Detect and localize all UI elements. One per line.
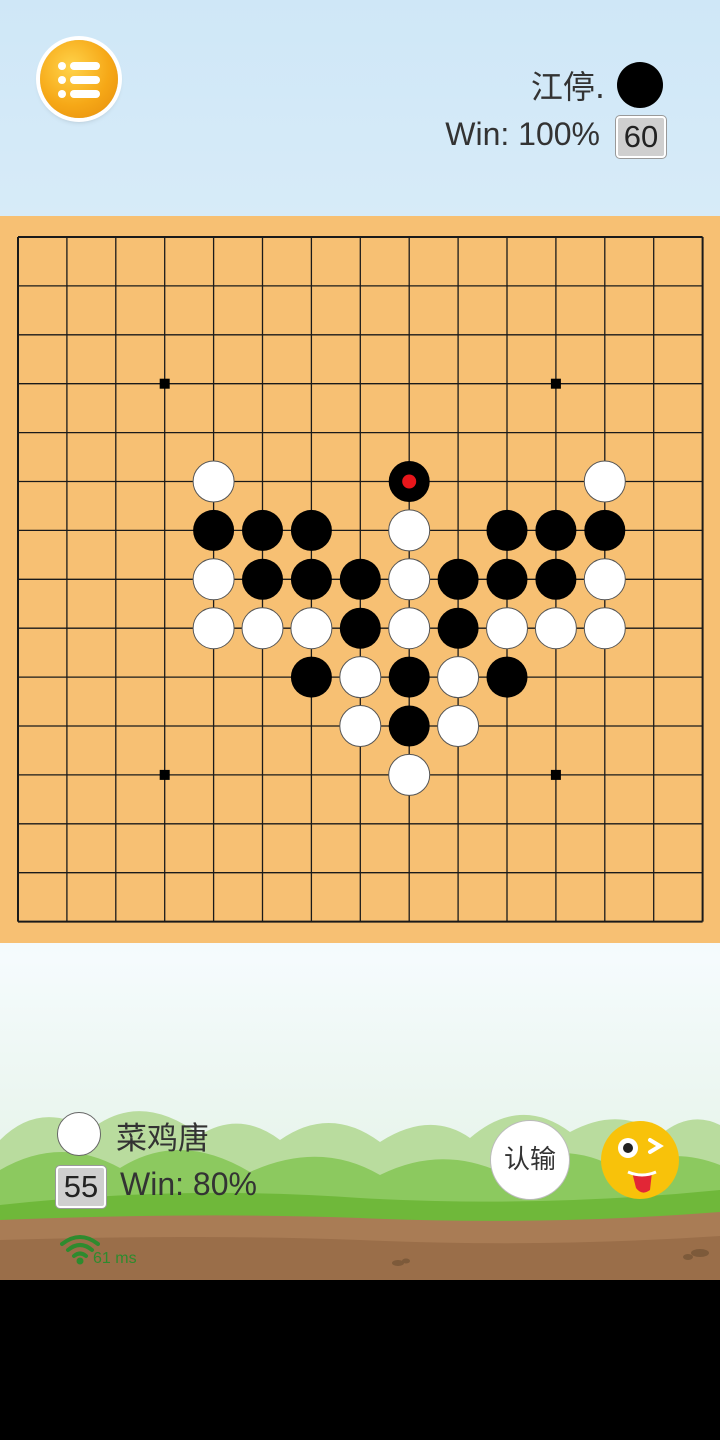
black-stone bbox=[388, 705, 430, 747]
opponent-name: 江停. bbox=[530, 68, 605, 106]
white-stone bbox=[388, 753, 431, 796]
opponent-move-count: 60 bbox=[616, 116, 666, 158]
black-stone bbox=[290, 509, 332, 551]
black-stone bbox=[339, 607, 381, 649]
game-screen: 江停. Win: 100% 60 菜鸡唐 55 Win: 80% 认输 61 m… bbox=[0, 0, 720, 1280]
winking-tongue-emoji-icon bbox=[601, 1121, 679, 1199]
emoji-button[interactable] bbox=[600, 1120, 680, 1200]
white-stone bbox=[437, 656, 480, 699]
list-menu-icon bbox=[58, 62, 100, 98]
opponent-win-rate: Win: 100% bbox=[445, 116, 600, 152]
black-stone bbox=[290, 656, 332, 698]
white-stone bbox=[583, 460, 626, 503]
opponent-stone-icon bbox=[617, 62, 663, 108]
white-stone bbox=[583, 558, 626, 601]
black-stone bbox=[486, 509, 528, 551]
menu-button[interactable] bbox=[40, 40, 118, 118]
black-stone bbox=[535, 509, 577, 551]
black-stone bbox=[339, 558, 381, 600]
black-stone bbox=[290, 558, 332, 600]
white-stone bbox=[192, 558, 235, 601]
black-stone bbox=[535, 558, 577, 600]
white-stone bbox=[339, 705, 382, 747]
black-stone bbox=[437, 607, 479, 649]
star-point bbox=[159, 378, 170, 389]
latency-label: 61 ms bbox=[93, 1250, 137, 1267]
white-stone bbox=[388, 558, 431, 601]
my-name: 菜鸡唐 bbox=[116, 1121, 209, 1157]
white-stone bbox=[192, 460, 235, 503]
white-stone bbox=[583, 607, 626, 650]
resign-button[interactable]: 认输 bbox=[490, 1120, 570, 1200]
my-stone-icon bbox=[57, 1112, 101, 1156]
star-point bbox=[159, 769, 170, 780]
white-stone bbox=[388, 509, 431, 552]
gomoku-board[interactable] bbox=[0, 216, 720, 943]
black-stone bbox=[486, 656, 528, 698]
my-win-rate: Win: 80% bbox=[120, 1166, 257, 1202]
board-stones bbox=[192, 460, 626, 796]
white-stone bbox=[241, 607, 284, 650]
white-stone bbox=[437, 705, 480, 747]
white-stone bbox=[339, 656, 382, 699]
black-stone bbox=[388, 656, 430, 698]
black-stone bbox=[242, 509, 283, 551]
white-stone bbox=[388, 607, 431, 650]
black-stone bbox=[486, 558, 528, 600]
white-stone bbox=[290, 607, 333, 650]
white-stone bbox=[486, 607, 528, 650]
star-point bbox=[550, 378, 561, 389]
white-stone bbox=[192, 607, 235, 650]
star-point bbox=[550, 769, 561, 780]
black-stone bbox=[242, 558, 283, 600]
white-stone bbox=[534, 607, 577, 650]
black-stone bbox=[584, 509, 626, 551]
my-move-count: 55 bbox=[56, 1166, 106, 1208]
last-move-marker bbox=[402, 474, 417, 489]
black-stone bbox=[193, 509, 235, 551]
network-status: 61 ms bbox=[60, 1232, 137, 1268]
black-stone bbox=[437, 558, 479, 600]
